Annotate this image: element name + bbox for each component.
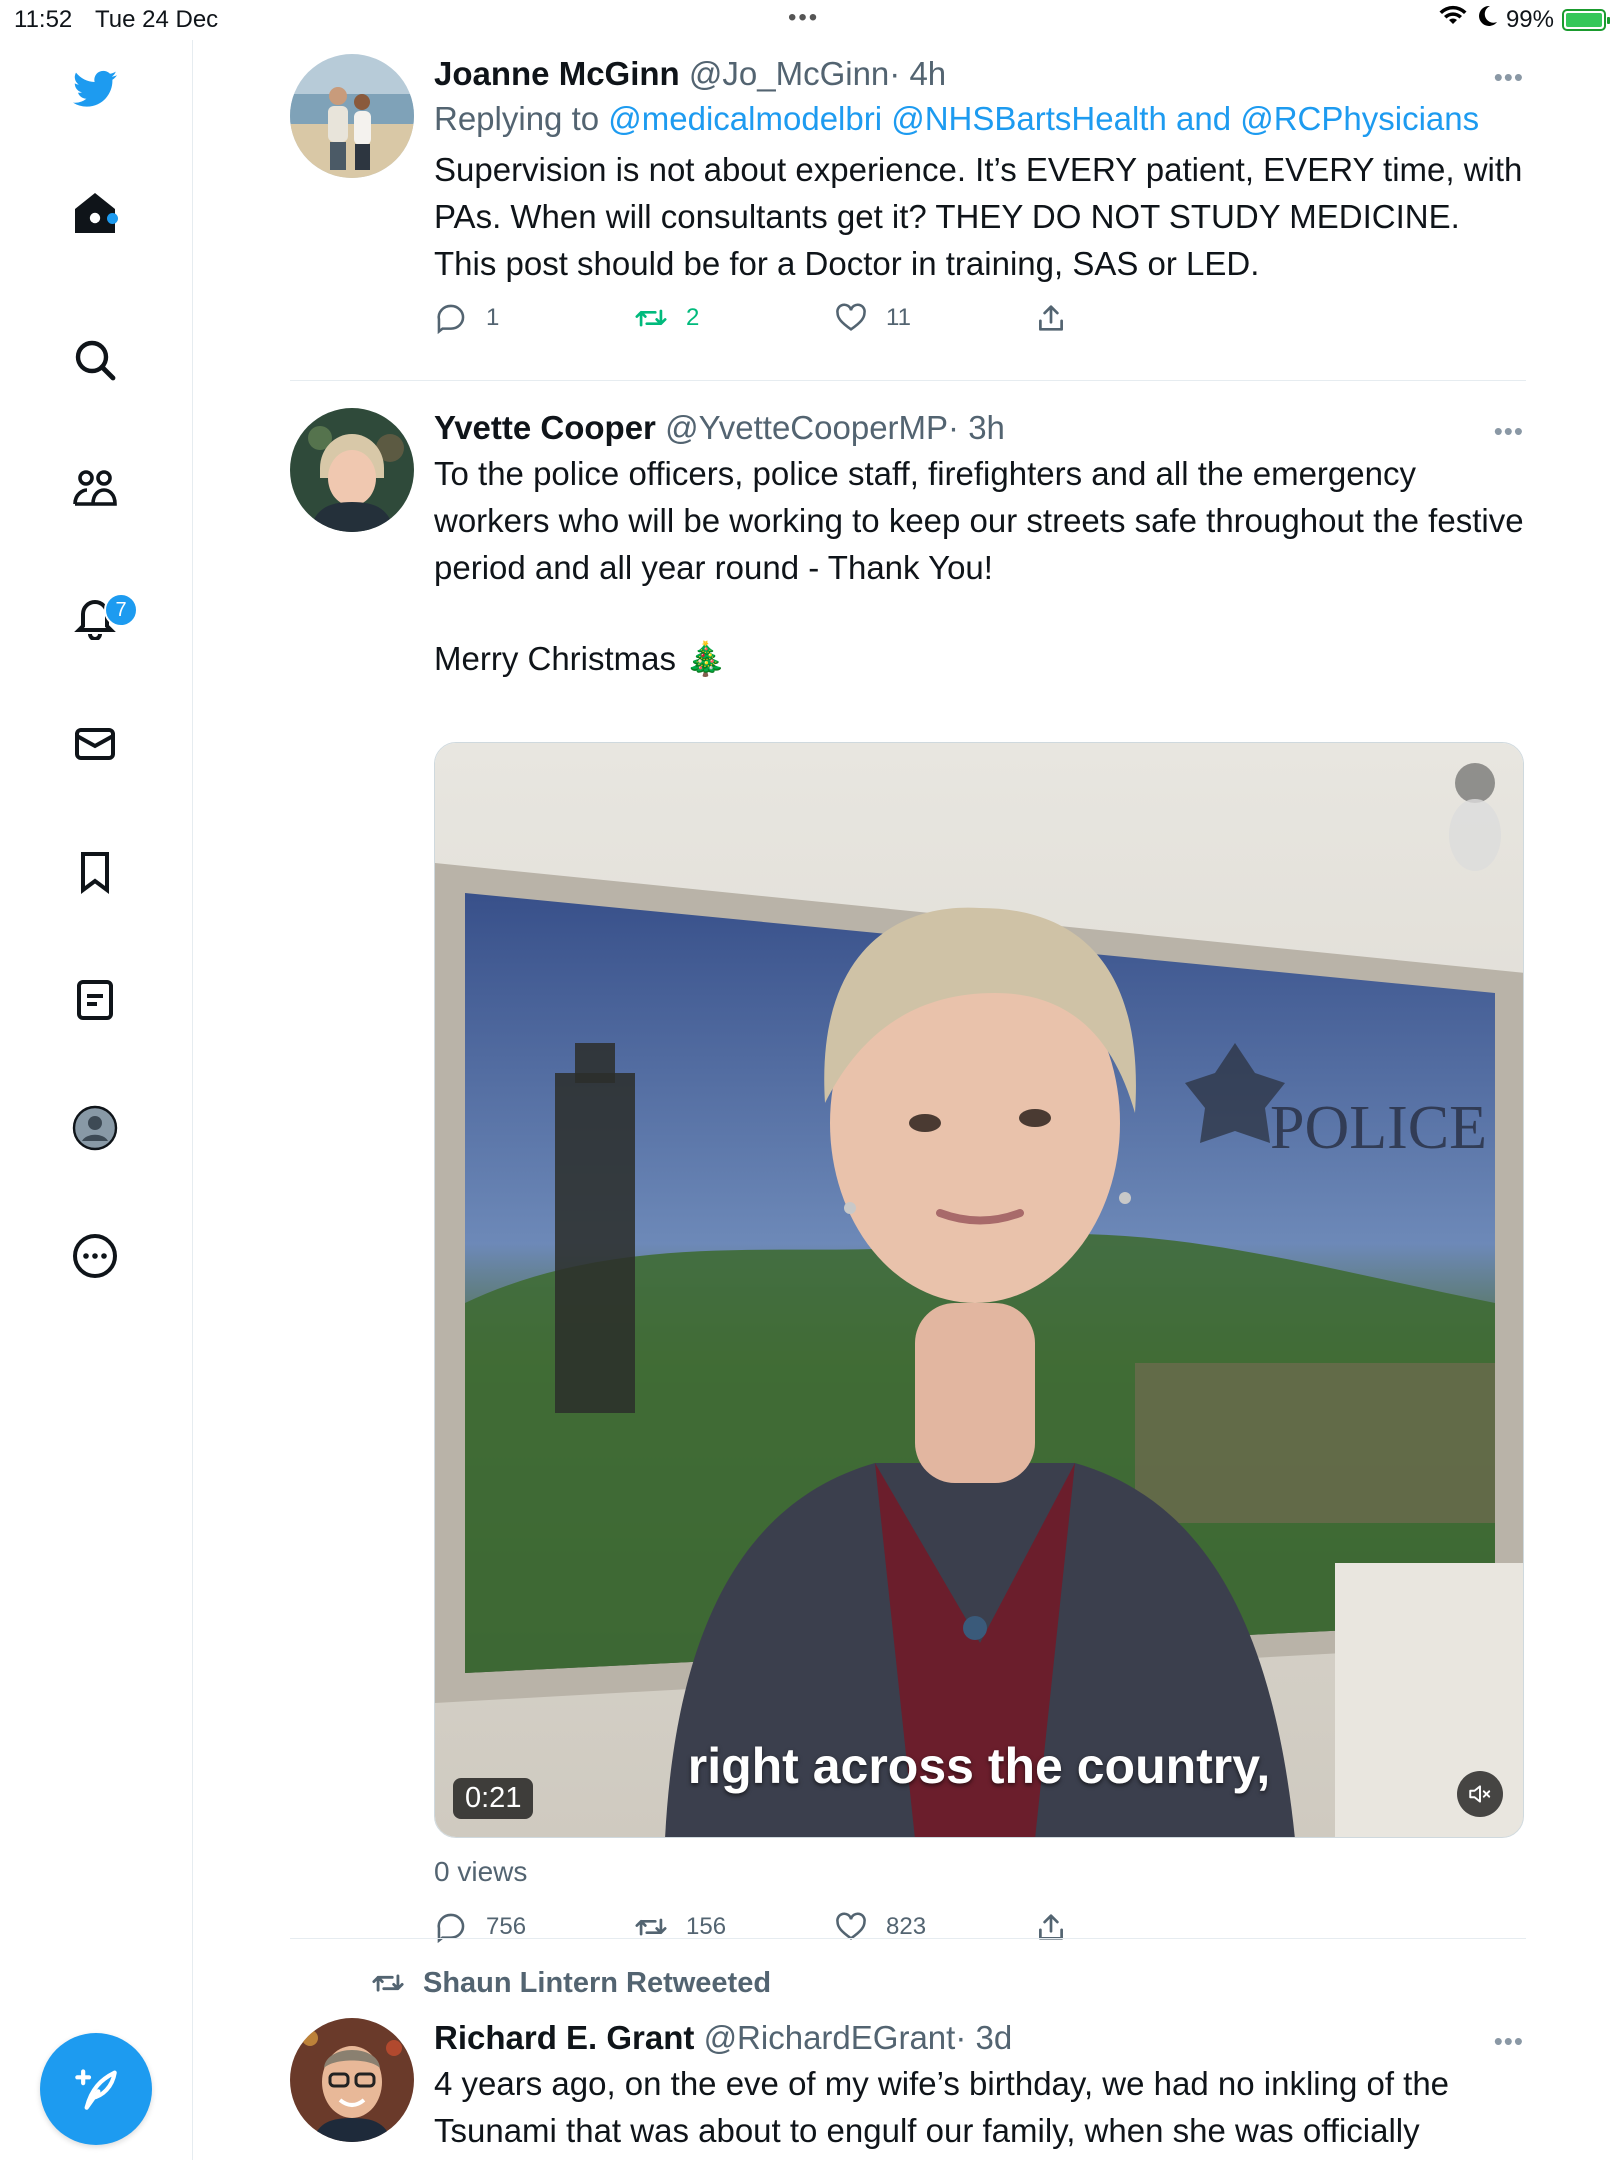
lists-icon[interactable]: [65, 970, 125, 1030]
multitask-dots[interactable]: •••: [788, 4, 819, 32]
reply-and: and: [1175, 99, 1232, 137]
tweet-text: 4 years ago, on the eve of my wife’s bir…: [434, 2064, 1450, 2149]
retweet-icon: [372, 1974, 404, 1992]
like-button[interactable]: 11: [834, 301, 911, 335]
reply-count: 1: [486, 303, 500, 331]
share-button[interactable]: [1034, 301, 1068, 335]
author-name[interactable]: Yvette Cooper: [434, 409, 656, 446]
retweet-count: 156: [686, 1913, 727, 1940]
tweet-header: Joanne McGinn @Jo_McGinn· 4h: [434, 54, 1524, 94]
tweet-content: Richard E. Grant @RichardEGrant· 3d ••• …: [434, 2018, 1524, 2154]
replying-to-label: Replying to: [434, 99, 600, 137]
avatar[interactable]: [290, 54, 414, 178]
tweet-time[interactable]: · 3h: [948, 409, 1005, 446]
video-frame: POLICE: [435, 743, 1523, 1837]
mural-sign-text: POLICE: [1270, 1094, 1487, 1162]
home-icon[interactable]: [65, 183, 125, 243]
tweet-divider: [290, 380, 1526, 381]
avatar[interactable]: [290, 408, 414, 532]
timeline: Joanne McGinn @Jo_McGinn· 4h ••• Replyin…: [193, 40, 1620, 2160]
retweeted-by[interactable]: Shaun Lintern Retweeted: [371, 1966, 771, 2000]
retweet-count: 2: [686, 303, 700, 331]
tweet-content: Yvette Cooper @YvetteCooperMP· 3h ••• To…: [434, 408, 1524, 682]
more-options-icon[interactable]: •••: [1494, 416, 1524, 447]
notifications-badge: 7: [104, 593, 138, 627]
tweet-text: Supervision is not about experience. It’…: [434, 150, 1523, 282]
home-unread-dot: [107, 213, 118, 224]
moon-icon: [1476, 4, 1498, 35]
tweet-header: Richard E. Grant @RichardEGrant· 3d: [434, 2018, 1524, 2058]
wifi-icon: [1438, 4, 1468, 35]
heart-icon: [836, 303, 866, 331]
mention-link[interactable]: @NHSBartsHealth: [891, 100, 1167, 137]
tweet-time[interactable]: · 3d: [955, 2019, 1012, 2056]
reply-count: 756: [486, 1913, 527, 1940]
twitter-logo-icon[interactable]: [65, 60, 125, 120]
author-handle[interactable]: @YvetteCooperMP: [665, 409, 948, 446]
status-indicators: 99%: [1438, 4, 1610, 35]
more-icon[interactable]: [65, 1226, 125, 1286]
bookmarks-icon[interactable]: [65, 842, 125, 902]
video-caption: right across the country,: [687, 1738, 1271, 1794]
tweet[interactable]: Yvette Cooper @YvetteCooperMP· 3h ••• To…: [290, 408, 1526, 1968]
tweet-actions: 1 2 11: [434, 301, 1524, 347]
author-handle[interactable]: @RichardEGrant: [704, 2019, 956, 2056]
tweet[interactable]: Joanne McGinn @Jo_McGinn· 4h ••• Replyin…: [290, 54, 1526, 374]
retweet-button[interactable]: 2: [634, 301, 699, 335]
tweet-text-line-2: Merry Christmas 🎄: [434, 639, 727, 677]
retweeted-by-label: Shaun Lintern Retweeted: [423, 1966, 772, 1999]
like-count: 823: [886, 1913, 927, 1940]
tweet[interactable]: Richard E. Grant @RichardEGrant· 3d ••• …: [290, 2018, 1526, 2160]
tweet-content: Joanne McGinn @Jo_McGinn· 4h ••• Replyin…: [434, 54, 1524, 347]
status-time: 11:52: [14, 6, 73, 33]
status-bar: 11:52 Tue 24 Dec ••• 99%: [0, 0, 1620, 40]
battery-level: [1566, 12, 1602, 27]
like-count: 11: [886, 303, 911, 331]
tweet-actions: 756 156 823: [434, 1910, 1524, 1956]
status-date: Tue 24 Dec: [95, 6, 219, 33]
more-options-icon[interactable]: •••: [1494, 2026, 1524, 2057]
search-icon[interactable]: [65, 330, 125, 390]
compose-tweet-button[interactable]: [40, 2033, 152, 2145]
battery-percent: 99%: [1505, 5, 1554, 33]
author-name[interactable]: Richard E. Grant: [434, 2019, 694, 2056]
tweet-text: To the police officers, police staff, fi…: [434, 454, 1524, 586]
avatar[interactable]: [290, 2018, 414, 2142]
reply-icon: [437, 304, 465, 334]
reply-button[interactable]: 1: [434, 301, 499, 335]
author-name[interactable]: Joanne McGinn: [434, 55, 680, 92]
messages-icon[interactable]: [65, 714, 125, 774]
video-player[interactable]: POLICE right across the country, 0:21: [434, 742, 1524, 1838]
mention-link[interactable]: @RCPhysicians: [1240, 100, 1479, 137]
tweet-time[interactable]: · 4h: [889, 55, 946, 92]
profile-icon[interactable]: [65, 1098, 125, 1158]
view-count: 0 views: [434, 1856, 528, 1887]
sidebar: 7: [0, 40, 193, 2160]
video-duration: 0:21: [453, 1778, 534, 1819]
mention-link[interactable]: @medicalmodelbri: [608, 100, 882, 137]
replying-to: Replying to @medicalmodelbri @NHSBartsHe…: [434, 96, 1524, 142]
communities-icon[interactable]: [65, 458, 125, 518]
mute-button[interactable]: [1457, 1771, 1503, 1817]
feather-plus-icon: [75, 2069, 117, 2110]
share-icon: [1039, 305, 1063, 331]
author-handle[interactable]: @Jo_McGinn: [689, 55, 889, 92]
tweet-divider: [290, 1938, 1526, 1939]
tweet-header: Yvette Cooper @YvetteCooperMP· 3h: [434, 408, 1524, 448]
battery-icon: [1562, 8, 1610, 31]
more-options-icon[interactable]: •••: [1494, 62, 1524, 93]
speaker-muted-icon: [1469, 1785, 1491, 1803]
retweet-icon: [635, 309, 667, 327]
